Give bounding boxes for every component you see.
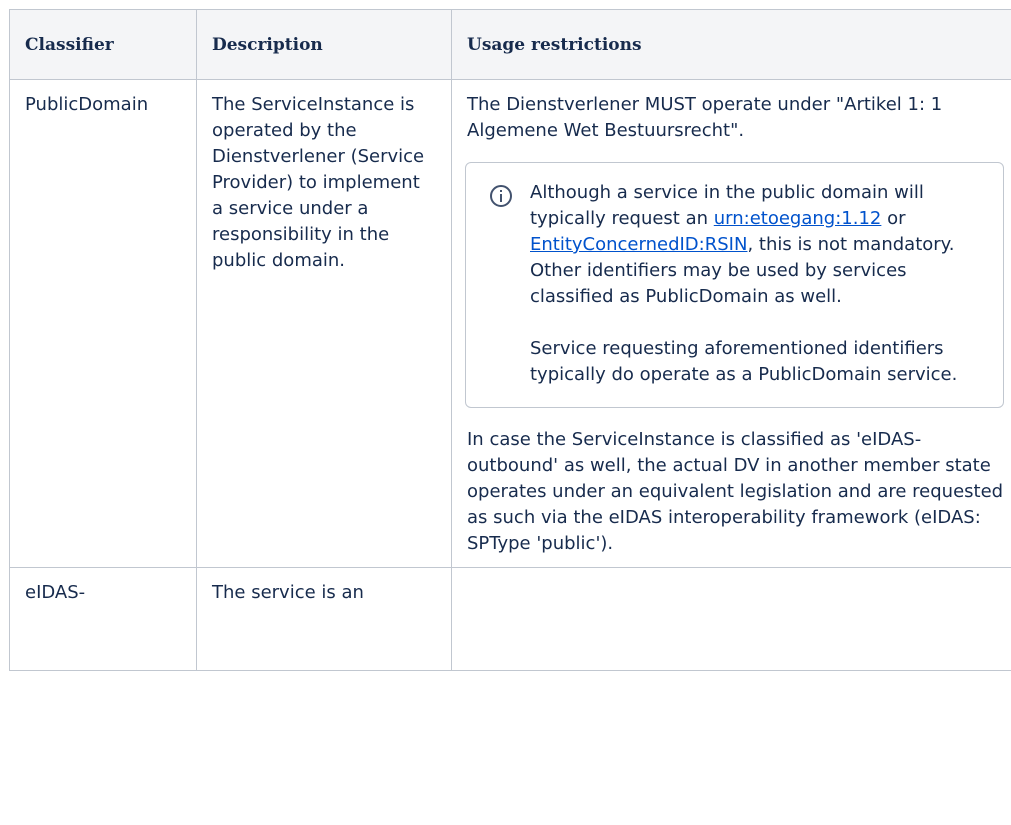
classifier-table-container: Classifier Description Usage restriction…	[9, 9, 1011, 671]
info-panel: Although a service in the public domain …	[465, 162, 1004, 408]
link-urn-etoegang[interactable]: urn:etoegang:1.12	[714, 208, 882, 229]
cell-usage-restrictions	[451, 567, 1011, 671]
header-usage-restrictions: Usage restrictions	[451, 9, 1011, 80]
classifier-value: PublicDomain	[25, 94, 149, 115]
cell-usage-restrictions: The Dienstverlener MUST operate under "A…	[451, 79, 1011, 568]
classifier-value: eIDAS-	[25, 582, 86, 603]
description-text: The ServiceInstance is operated by the D…	[212, 94, 425, 271]
cell-description: The ServiceInstance is operated by the D…	[196, 79, 452, 568]
usage-intro-text: The Dienstverlener MUST operate under "A…	[467, 94, 943, 141]
header-description: Description	[196, 9, 452, 80]
cell-classifier: eIDAS-	[9, 567, 197, 671]
info-panel-paragraph-2: Service requesting aforementioned identi…	[530, 338, 958, 385]
link-entity-concerned-id-rsin[interactable]: EntityConcernedID:RSIN	[530, 234, 747, 255]
classifier-table: Classifier Description Usage restriction…	[9, 9, 1011, 671]
cell-description: The service is an	[196, 567, 452, 671]
info-panel-body: Although a service in the public domain …	[530, 180, 989, 388]
table-header-row: Classifier Description Usage restriction…	[9, 9, 1011, 80]
header-classifier: Classifier	[9, 9, 197, 80]
cell-classifier: PublicDomain	[9, 79, 197, 568]
usage-outro-text: In case the ServiceInstance is classifie…	[467, 429, 1004, 554]
info-panel-paragraph-1: Although a service in the public domain …	[530, 180, 983, 310]
table-row: eIDAS- The service is an	[9, 567, 1011, 671]
info-text-segment: or	[881, 208, 906, 229]
description-text: The service is an	[212, 582, 364, 603]
table-row: PublicDomain The ServiceInstance is oper…	[9, 79, 1011, 568]
info-icon	[490, 185, 512, 207]
